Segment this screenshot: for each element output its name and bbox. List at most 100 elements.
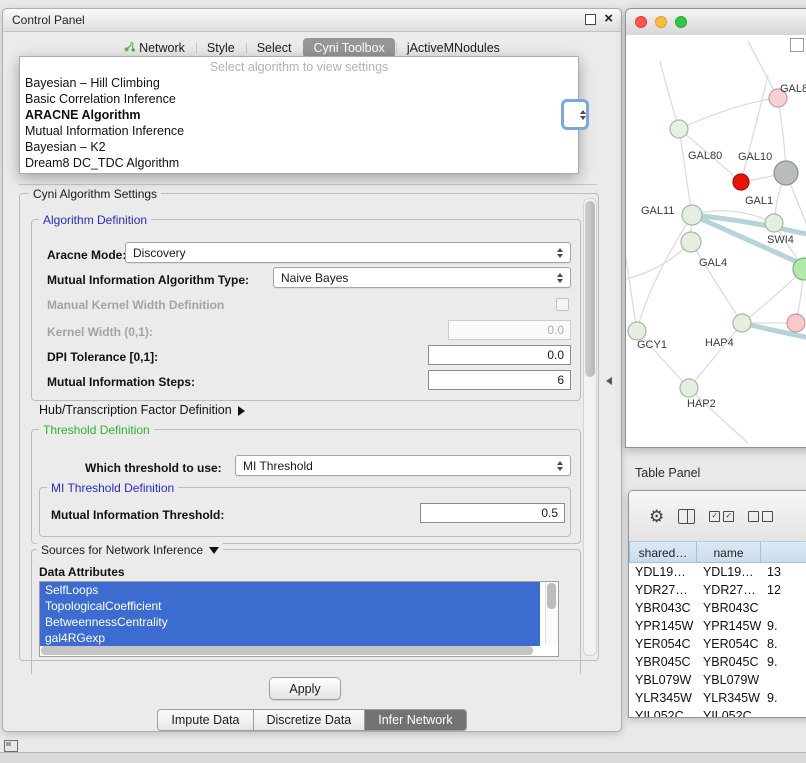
manual-kernel-checkbox[interactable] <box>556 298 569 311</box>
table-cell: YPR145W <box>697 617 761 635</box>
table-row[interactable]: YER054CYER054C8. <box>629 635 806 653</box>
column-header-2[interactable]: name <box>697 541 761 563</box>
settings-scrollbar-thumb[interactable] <box>585 201 595 377</box>
panel-splitter-arrow[interactable] <box>606 377 612 385</box>
network-node[interactable] <box>733 174 749 190</box>
aracne-mode-value: Discovery <box>133 246 186 260</box>
algorithm-combo-focus-button[interactable] <box>561 99 589 130</box>
network-canvas[interactable]: GAL80GAL80GAL10GAL11GAL1SWI4GAL4GCY1HAP4… <box>626 35 806 447</box>
dpi-tolerance-value: 0.0 <box>547 348 564 362</box>
menu-item-basic-correlation-inference[interactable]: Basic Correlation Inference <box>20 91 578 107</box>
dpi-tolerance-field[interactable]: 0.0 <box>428 345 571 365</box>
table-row[interactable]: YBR045CYBR045C9. <box>629 653 806 671</box>
deselect-all-icon[interactable] <box>748 511 773 522</box>
mi-type-label: Mutual Information Algorithm Type: <box>47 273 249 287</box>
kernel-width-field[interactable]: 0.0 <box>448 320 571 340</box>
dock-panel-icon[interactable] <box>4 740 18 752</box>
table-cell: 8. <box>761 635 806 653</box>
column-header-1[interactable]: shared… <box>629 541 697 563</box>
mi-threshold-field[interactable]: 0.5 <box>420 503 565 523</box>
menu-item-mutual-information-inference[interactable]: Mutual Information Inference <box>20 123 578 139</box>
table-row[interactable]: YBL079WYBL079W <box>629 671 806 689</box>
node-label-gal11: GAL11 <box>641 205 674 217</box>
tab-cyni-toolbox[interactable]: Cyni Toolbox <box>303 38 394 58</box>
list-horizontal-thumb[interactable] <box>41 646 533 655</box>
columns-icon[interactable] <box>678 509 695 524</box>
node-label-gal4: GAL4 <box>699 257 727 269</box>
algorithm-definition-title: Algorithm Definition <box>39 213 151 227</box>
list-item-selfloops[interactable]: SelfLoops <box>40 582 540 598</box>
mi-threshold-label: Mutual Information Threshold: <box>51 508 224 522</box>
tab-select[interactable]: Select <box>247 38 302 58</box>
tab-network[interactable]: Network <box>114 38 195 58</box>
list-item-gal4rgexp[interactable]: gal4RGexp <box>40 630 540 646</box>
bottom-tab-impute-data[interactable]: Impute Data <box>157 709 253 731</box>
table-cell: YBR043C <box>629 599 697 617</box>
hub-section-toggle[interactable]: Hub/Transcription Factor Definition <box>39 403 245 417</box>
menu-item-bayesian-k2[interactable]: Bayesian – K2 <box>20 139 578 155</box>
tab-label: Style <box>207 41 235 55</box>
table-toolbar: ⚙ ✓✓ <box>629 491 806 542</box>
column-header-3[interactable] <box>761 541 806 563</box>
network-node[interactable] <box>670 120 688 138</box>
table-cell: 9. <box>761 617 806 635</box>
apply-button[interactable]: Apply <box>269 677 341 700</box>
list-item-topologicalcoefficient[interactable]: TopologicalCoefficient <box>40 598 540 614</box>
algorithm-menu-items: Bayesian – Hill ClimbingBasic Correlatio… <box>20 75 578 171</box>
network-node[interactable] <box>628 322 646 340</box>
network-node[interactable] <box>733 314 751 332</box>
close-traffic-light[interactable] <box>635 16 647 28</box>
table-cell <box>761 707 806 717</box>
list-vertical-scrollbar[interactable] <box>545 582 558 644</box>
tab-style[interactable]: Style <box>197 38 245 58</box>
sources-toggle[interactable]: Sources for Network Inference <box>37 543 223 557</box>
network-node[interactable] <box>787 314 805 332</box>
table-row[interactable]: YIL052CYIL052C <box>629 707 806 717</box>
table-row[interactable]: YPR145WYPR145W9. <box>629 617 806 635</box>
menu-item-bayesian-hill-climbing[interactable]: Bayesian – Hill Climbing <box>20 75 578 91</box>
data-attributes-label: Data Attributes <box>39 565 125 579</box>
network-node[interactable] <box>682 205 702 225</box>
zoom-traffic-light[interactable] <box>675 16 687 28</box>
bottom-tab-discretize-data[interactable]: Discretize Data <box>254 709 366 731</box>
list-vertical-thumb[interactable] <box>547 583 556 609</box>
table-cell: YBL079W <box>629 671 697 689</box>
table-row[interactable]: YLR345WYLR345W9. <box>629 689 806 707</box>
kernel-width-label: Kernel Width (0,1): <box>47 325 153 339</box>
network-node[interactable] <box>680 379 698 397</box>
which-threshold-select[interactable]: MI Threshold <box>235 455 571 476</box>
mi-steps-value: 6 <box>557 373 564 387</box>
menu-item-aracne-algorithm[interactable]: ARACNE Algorithm <box>20 107 578 123</box>
which-threshold-label: Which threshold to use: <box>85 461 222 475</box>
sources-title: Sources for Network Inference <box>41 543 203 557</box>
tab-label: jActiveMNodules <box>407 41 500 55</box>
expand-right-icon <box>238 406 245 416</box>
birdseye-toggle[interactable] <box>790 38 804 52</box>
menu-item-dream8-dc-tdc-algorithm[interactable]: Dream8 DC_TDC Algorithm <box>20 155 578 171</box>
settings-scrollbar[interactable] <box>583 198 597 656</box>
mi-type-select[interactable]: Naive Bayes <box>273 267 571 288</box>
network-node[interactable] <box>774 161 798 185</box>
table-cell: YBL079W <box>697 671 761 689</box>
algorithm-menu-prompt: Select algorithm to view settings <box>20 59 578 75</box>
table-cell: YIL052C <box>629 707 697 717</box>
table-cell: YDL19… <box>629 563 697 581</box>
tab-jactivemnodules[interactable]: jActiveMNodules <box>397 38 510 58</box>
table-cell: 12 <box>761 581 806 599</box>
gear-icon[interactable]: ⚙ <box>649 508 664 525</box>
float-window-icon[interactable] <box>585 14 596 25</box>
table-cell: YER054C <box>697 635 761 653</box>
table-row[interactable]: YDL19…YDL19…13 <box>629 563 806 581</box>
close-icon[interactable]: × <box>604 13 613 25</box>
minimize-traffic-light[interactable] <box>655 16 667 28</box>
select-all-icon[interactable]: ✓✓ <box>709 511 734 522</box>
mi-steps-field[interactable]: 6 <box>428 370 571 390</box>
bottom-tab-infer-network[interactable]: Infer Network <box>365 709 466 731</box>
table-row[interactable]: YBR043CYBR043C <box>629 599 806 617</box>
mi-steps-label: Mutual Information Steps: <box>47 375 195 389</box>
network-node[interactable] <box>681 232 701 252</box>
table-row[interactable]: YDR27…YDR27…12 <box>629 581 806 599</box>
list-item-betweennesscentrality[interactable]: BetweennessCentrality <box>40 614 540 630</box>
network-node[interactable] <box>765 214 783 232</box>
aracne-mode-select[interactable]: Discovery <box>125 242 571 263</box>
